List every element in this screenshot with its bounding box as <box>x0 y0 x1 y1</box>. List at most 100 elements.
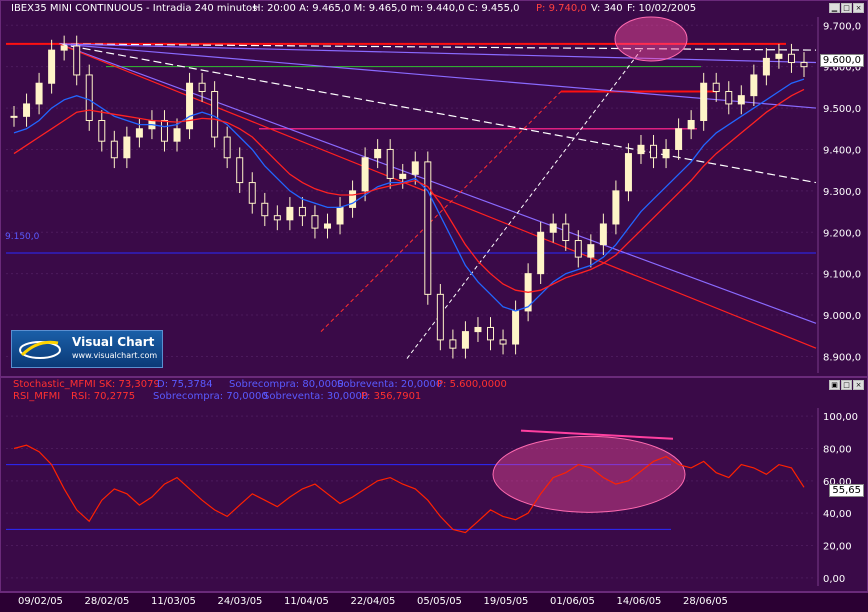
candle <box>186 82 194 130</box>
x-tick-label: 22/04/05 <box>350 596 396 607</box>
candle <box>599 223 607 246</box>
candle <box>637 144 645 155</box>
y-tick-label: 9.400,0 <box>823 145 861 156</box>
candle <box>411 161 419 175</box>
candle <box>10 115 18 118</box>
candle <box>223 136 231 159</box>
swoosh-icon <box>19 340 61 359</box>
x-tick-label: 28/06/05 <box>683 596 728 607</box>
y-tick-label: 9.200,0 <box>823 228 861 239</box>
candle <box>449 339 457 349</box>
rsi-line <box>13 444 805 534</box>
candle <box>98 119 106 142</box>
candle <box>236 157 244 184</box>
y-tick-label: 9.700,0 <box>823 21 861 32</box>
logo-name: Visual Chart <box>72 335 155 349</box>
candle <box>675 128 683 150</box>
candle <box>587 244 595 258</box>
candle <box>562 223 570 242</box>
candle <box>737 95 745 105</box>
candle <box>286 206 294 221</box>
candle <box>624 153 632 192</box>
candle <box>48 49 56 84</box>
x-tick-label: 19/05/05 <box>483 596 529 607</box>
price-chart: 9.700,0 9.600,0 9.500,0 9.400,0 9.300,0 9.200… <box>6 16 861 373</box>
candle <box>650 144 658 159</box>
candle <box>311 215 319 229</box>
candle <box>60 45 68 51</box>
candle <box>336 206 344 225</box>
osc-y-tick-label: 100,00 <box>823 412 858 423</box>
candle <box>323 223 331 229</box>
candle <box>361 157 369 192</box>
x-tick-label: 09/02/05 <box>18 596 63 607</box>
x-tick-label: 14/06/05 <box>616 596 662 607</box>
osc-y-tick-label: 40,00 <box>823 509 852 520</box>
candle <box>762 57 770 76</box>
candle <box>211 91 219 138</box>
y-tick-label: 9.000,0 <box>823 311 861 322</box>
candle <box>499 339 507 345</box>
candle <box>374 148 382 159</box>
y-tick-label: 9.100,0 <box>823 270 861 281</box>
candle <box>787 53 795 64</box>
candle <box>298 206 306 217</box>
fast-ma-line <box>13 78 805 312</box>
rsi-chart: 100,0080,0060,0040,0020,000,00 <box>6 408 858 586</box>
candle <box>198 82 206 93</box>
candle <box>85 74 93 121</box>
y-tick-label: 9.300,0 <box>823 187 861 198</box>
x-tick-label: 28/02/05 <box>84 596 130 607</box>
candle <box>399 173 407 179</box>
candle <box>135 128 143 138</box>
candle <box>700 82 708 121</box>
candle <box>248 182 256 204</box>
price-panel[interactable]: IBEX35 MINI CONTINUOUS - Intradia 240 mi… <box>0 0 868 377</box>
candle <box>487 326 495 341</box>
candle <box>273 215 281 221</box>
candle <box>123 136 131 159</box>
highlight-ellipse <box>614 16 688 62</box>
candle <box>750 74 758 97</box>
candle <box>461 331 469 349</box>
osc-y-tick-label: 20,00 <box>823 542 852 553</box>
candle <box>173 128 181 142</box>
candle <box>35 82 43 105</box>
candle <box>386 148 394 179</box>
x-tick-label: 11/03/05 <box>151 596 196 607</box>
osc-y-tick-label: 0,00 <box>823 574 845 585</box>
left-level-label: 9.150,0 <box>5 232 40 242</box>
candle <box>800 62 808 68</box>
candle <box>612 190 620 225</box>
candle <box>23 103 31 117</box>
candle <box>436 293 444 341</box>
divergence-ellipse <box>492 435 686 513</box>
candle <box>549 223 557 233</box>
candle <box>73 45 81 76</box>
osc-y-tick-label: 80,00 <box>823 444 852 455</box>
x-tick-label: 05/05/05 <box>417 596 462 607</box>
oscillator-panel[interactable]: Stochastic_MFMI SK: 73,3079 D: 75,3784 S… <box>0 377 868 592</box>
rsi-last-value: 55,65 <box>829 484 864 497</box>
x-tick-label: 11/04/05 <box>284 596 329 607</box>
y-tick-label: 8.900,0 <box>823 352 861 363</box>
candle <box>512 310 520 345</box>
candle <box>349 190 357 208</box>
y-tick-label: 9.500,0 <box>823 104 861 115</box>
candle <box>662 148 670 159</box>
candle <box>725 91 733 105</box>
candle <box>775 53 783 59</box>
candle <box>712 82 720 93</box>
x-tick-label: 24/03/05 <box>217 596 263 607</box>
candle <box>687 119 695 130</box>
candle <box>474 326 482 333</box>
candle <box>424 161 432 295</box>
price-last-value: 9.600,0 <box>819 54 864 67</box>
logo-url: www.visualchart.com <box>72 351 158 360</box>
candle <box>261 202 269 217</box>
date-axis: 09/02/05 28/02/05 11/03/05 24/03/05 11/04/05… <box>0 592 868 612</box>
candle <box>537 231 545 275</box>
candle <box>160 119 168 142</box>
visualchart-logo: Visual Chart www.visualchart.com <box>11 330 163 368</box>
candle <box>574 240 582 258</box>
